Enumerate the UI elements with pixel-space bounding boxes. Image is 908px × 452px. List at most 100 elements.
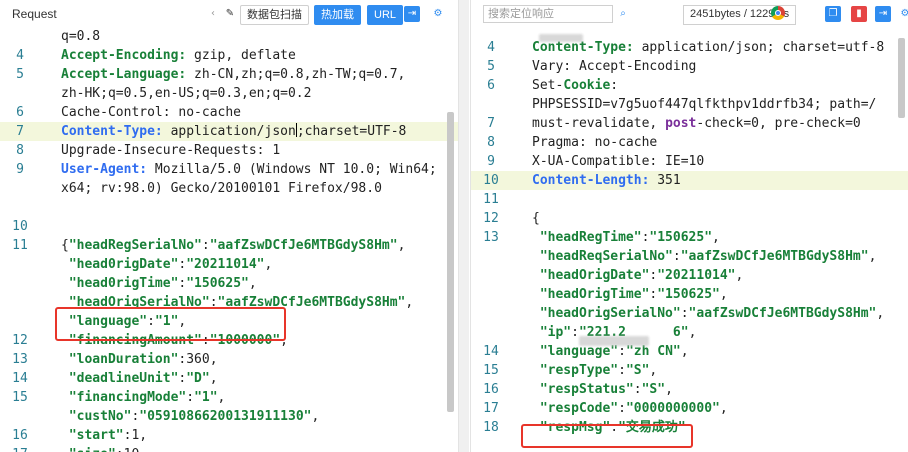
request-scrollbar[interactable] <box>447 112 454 412</box>
line-text: Content-Length: 351 <box>532 171 681 190</box>
edit-icon[interactable]: ✎ <box>222 6 238 22</box>
code-token: "150625" <box>186 276 249 291</box>
code-line[interactable] <box>0 198 458 217</box>
line-number: 16 <box>483 382 499 397</box>
code-line[interactable]: 13 "headRegTime":"150625", <box>471 228 908 247</box>
code-token: : <box>201 238 210 253</box>
code-line[interactable]: 13 "loanDuration":360, <box>0 350 458 369</box>
code-line[interactable]: 4 Accept-Encoding: gzip, deflate <box>0 46 458 65</box>
code-token: application/json <box>162 124 296 139</box>
response-scrollbar[interactable] <box>898 38 905 118</box>
line-text: "respCode":"0000000000", <box>532 399 728 418</box>
chevron-left-icon[interactable]: ‹ <box>205 6 221 22</box>
code-token: "20211014" <box>657 268 736 283</box>
line-number: 11 <box>483 192 499 207</box>
code-line[interactable]: 15 "respType":"S", <box>471 361 908 380</box>
line-text: {"headRegSerialNo":"aafZswDCfJe6MTBGdyS8… <box>61 236 405 255</box>
code-line[interactable]: 5 Vary: Accept-Encoding <box>471 57 908 76</box>
code-line[interactable]: 11 {"headRegSerialNo":"aafZswDCfJe6MTBGdy… <box>0 236 458 255</box>
line-number: 5 <box>487 59 495 74</box>
code-line[interactable]: 6 Cache-Control: no-cache <box>0 103 458 122</box>
code-token: : <box>618 344 626 359</box>
code-token: , <box>311 409 320 424</box>
hot-load-button[interactable]: 热加载 <box>314 5 361 25</box>
code-line[interactable]: 8 Upgrade-Insecure-Requests: 1 <box>0 141 458 160</box>
code-line[interactable]: 7 Content-Type: application/json;charset=… <box>0 122 458 141</box>
code-token: , <box>719 287 728 302</box>
code-line[interactable]: 16 "respStatus":"S", <box>471 380 908 399</box>
financing-amount-highlight <box>55 307 286 341</box>
line-text: must-revalidate, post-check=0, pre-check… <box>532 114 861 133</box>
export-icon[interactable]: ⇥ <box>404 6 420 22</box>
request-pane: Request ‹ ✎ 数据包扫描 热加载 URL ⇥ ⚙ q=0.8 4 Acce… <box>0 0 459 452</box>
code-token: 351 <box>649 173 681 188</box>
line-number: 5 <box>16 67 24 82</box>
code-line[interactable]: "headReqSerialNo":"aafZswDCfJe6MTBGdyS8H… <box>471 247 908 266</box>
code-token: :360, <box>178 352 218 367</box>
code-line[interactable]: 10 <box>0 217 458 236</box>
line-text: Set-Cookie: <box>532 76 618 95</box>
code-line[interactable]: "head0rigTime":"150625", <box>0 274 458 293</box>
code-token: , <box>680 344 689 359</box>
line-text: Pragma: no-cache <box>532 133 657 152</box>
line-number: 13 <box>483 230 499 245</box>
code-line[interactable]: 15 "financingMode":"1", <box>0 388 458 407</box>
code-line[interactable]: 16 "start":1, <box>0 426 458 445</box>
code-line[interactable]: "head0rigDate":"20211014", <box>0 255 458 274</box>
code-line[interactable]: 12 { <box>471 209 908 228</box>
line-number: 13 <box>12 352 28 367</box>
code-token: post <box>665 116 697 131</box>
code-line[interactable]: 8 Pragma: no-cache <box>471 133 908 152</box>
chrome-icon[interactable] <box>771 6 785 20</box>
line-number: 9 <box>487 154 495 169</box>
code-line[interactable]: q=0.8 <box>0 27 458 46</box>
pane-divider[interactable] <box>459 0 469 452</box>
url-button[interactable]: URL <box>367 5 404 25</box>
code-line[interactable]: zh-HK;q=0.5,en-US;q=0.3,en;q=0.2 <box>0 84 458 103</box>
code-line[interactable]: "ip":"221.2 6", <box>471 323 908 342</box>
code-line[interactable]: 17 "respCode":"0000000000", <box>471 399 908 418</box>
response-editor[interactable]: 4 Content-Type: application/json; charset… <box>471 28 908 452</box>
code-line[interactable]: 17 "size":10, <box>0 445 458 452</box>
code-line[interactable]: 7 must-revalidate, post-check=0, pre-chec… <box>471 114 908 133</box>
code-line[interactable] <box>471 19 908 38</box>
code-token: "1" <box>194 390 218 405</box>
code-token: , <box>209 371 218 386</box>
code-line[interactable]: 9 User-Agent: Mozilla/5.0 (Windows NT 10.… <box>0 160 458 179</box>
code-line[interactable]: 14 "language":"zh CN", <box>471 342 908 361</box>
code-token: { <box>532 211 540 226</box>
code-line[interactable]: 9 X-UA-Compatible: IE=10 <box>471 152 908 171</box>
code-line[interactable]: "custNo":"05910866200131911130", <box>0 407 458 426</box>
code-line[interactable]: x64; rv:98.0) Gecko/20100101 Firefox/98.… <box>0 179 458 198</box>
line-text: "headOrigSerialNo":"aafZswDCfJe6MTBGdyS8… <box>532 304 884 323</box>
line-number: 15 <box>483 363 499 378</box>
code-token: "headOrigSerialNo" <box>539 306 681 321</box>
code-line[interactable]: 6 Set-Cookie: <box>471 76 908 95</box>
line-text: q=0.8 <box>61 27 100 46</box>
resp-msg-highlight <box>521 424 693 448</box>
code-line[interactable]: 4 Content-Type: application/json; charset… <box>471 38 908 57</box>
code-line[interactable]: "headOrigDate":"20211014", <box>471 266 908 285</box>
code-token: gzip, deflate <box>186 48 296 63</box>
line-text: "start":1, <box>61 426 147 445</box>
code-token: must-revalidate, <box>532 116 666 131</box>
settings-icon[interactable]: ⚙ <box>430 6 446 22</box>
code-line[interactable]: "headOrigSerialNo":"aafZswDCfJe6MTBGdyS8… <box>471 304 908 323</box>
code-token: , <box>405 295 414 310</box>
code-line[interactable]: 11 <box>471 190 908 209</box>
code-line[interactable]: 14 "deadlineUnit":"D", <box>0 369 458 388</box>
code-token: Set- <box>532 78 564 93</box>
code-token: "head0rigDate" <box>68 257 179 272</box>
line-number: 10 <box>483 173 499 188</box>
packet-scan-button[interactable]: 数据包扫描 <box>240 5 309 25</box>
request-editor[interactable]: q=0.8 4 Accept-Encoding: gzip, deflate 5 Acc… <box>0 28 458 452</box>
code-line[interactable]: PHPSESSID=v7g5uof447qlfkthpv1ddrfb34; pa… <box>471 95 908 114</box>
code-line[interactable]: "headOrigTime":"150625", <box>471 285 908 304</box>
line-text: User-Agent: Mozilla/5.0 (Windows NT 10.0… <box>61 160 437 179</box>
code-line[interactable]: 10 Content-Length: 351 <box>471 171 908 190</box>
code-line[interactable]: 5 Accept-Language: zh-CN,zh;q=0.8,zh-TW;q… <box>0 65 458 84</box>
